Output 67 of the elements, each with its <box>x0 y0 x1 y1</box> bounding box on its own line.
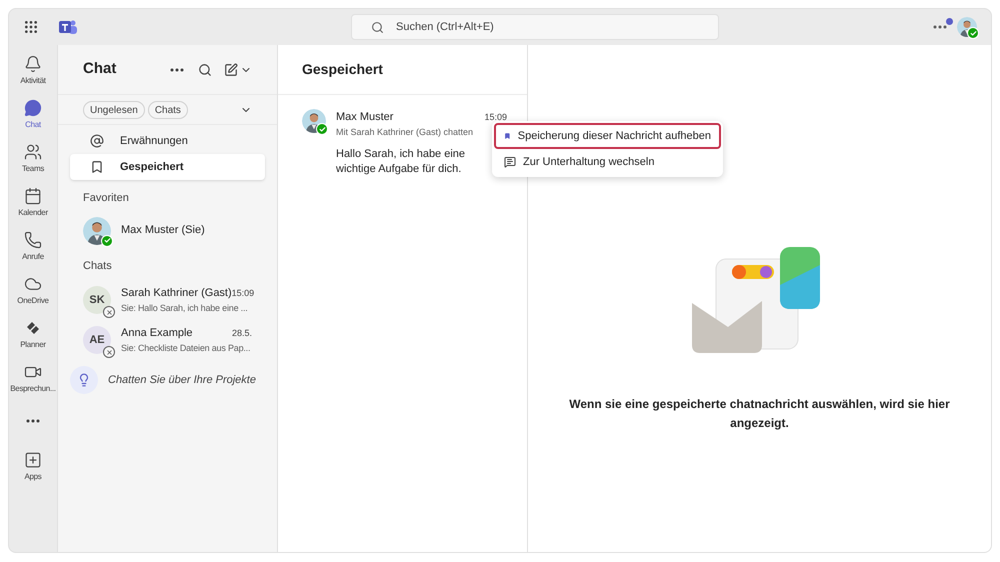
calendar-icon <box>24 187 42 205</box>
filter-chip[interactable]: Chats <box>148 101 188 119</box>
bell-icon <box>24 55 42 73</box>
bookmark-icon <box>504 130 511 142</box>
app-rail-label: Chat <box>25 119 41 131</box>
menu-item[interactable]: Zur Unterhaltung wechseln <box>494 149 721 175</box>
initials-avatar: AE <box>83 326 111 354</box>
app-rail-item[interactable]: Anrufe <box>9 225 57 269</box>
app-rail-label: Teams <box>22 163 44 175</box>
plus-square-icon <box>24 451 42 469</box>
pane-title: Gespeichert <box>302 60 383 79</box>
app-rail-label: OneDrive <box>17 295 49 307</box>
app-rail-item[interactable]: OneDrive <box>9 269 57 313</box>
lightbulb-icon <box>70 366 98 394</box>
app-rail-item[interactable]: Apps <box>9 447 57 487</box>
app-rail-item[interactable]: Chat <box>9 93 57 137</box>
phone-icon <box>24 231 42 249</box>
section-heading: Favoriten <box>82 191 130 206</box>
suggestion-link[interactable]: Chatten Sie über Ihre Projekte <box>108 372 256 388</box>
empty-state-text: Wenn sie eine gespeicherte chatnachricht auswählen, wird sie hier angezeigt. <box>568 396 951 432</box>
chat-time: 28.5. <box>232 327 252 340</box>
app-rail-label: Anrufe <box>22 251 44 263</box>
app-rail-item[interactable]: Teams <box>9 137 57 181</box>
app-rail-item[interactable]: Aktivität <box>9 49 57 93</box>
message-time: 15:09 <box>484 111 507 124</box>
bookmark-icon <box>90 160 104 174</box>
app-rail-label: Apps <box>24 471 42 483</box>
filter-chip[interactable]: Ungelesen <box>83 101 145 119</box>
message-preview: Sie: Hallo Sarah, ich habe eine ... <box>121 302 249 314</box>
search-icon[interactable] <box>198 62 212 76</box>
nav-item[interactable]: Erwähnungen <box>70 128 265 154</box>
chat-bubble-icon <box>504 156 516 168</box>
panel-title: Chat <box>83 59 118 80</box>
more-icon <box>26 419 40 423</box>
app-rail-item[interactable]: Planner <box>9 313 57 357</box>
search-field[interactable]: Suchen (Ctrl+Alt+E) <box>351 14 719 40</box>
initials-avatar: SK <box>83 286 111 314</box>
contact-name: Max Muster (Sie) <box>121 223 205 238</box>
more-icon[interactable] <box>933 25 947 29</box>
chat-time: 15:09 <box>232 287 254 300</box>
message-context: Mit Sarah Kathriner (Gast) chatten <box>336 126 474 139</box>
sender-name: Max Muster <box>336 110 394 125</box>
app-launcher-icon[interactable] <box>23 19 39 35</box>
app-rail-label: Aktivität <box>20 75 46 87</box>
app-rail-label: Kalender <box>18 207 48 219</box>
people-icon <box>24 143 42 161</box>
app-rail-label: Planner <box>20 339 46 351</box>
search-icon <box>371 21 384 34</box>
chat-list-item[interactable]: AE Anna Example 28.5. Sie: Checkliste Dateien aus Pap... <box>58 320 277 360</box>
contact-name: Anna Example <box>121 326 194 341</box>
section-heading: Chats <box>82 258 113 274</box>
at-sign-icon <box>90 134 104 148</box>
chat-bubble-icon <box>24 99 42 117</box>
chat-list-item[interactable]: SK Sarah Kathriner (Gast)15:09 Sie: Hallo Sarah, ich habe eine ... <box>58 280 277 320</box>
menu-item[interactable]: Speicherung dieser Nachricht aufheben <box>494 123 721 149</box>
message-text: Hallo Sarah, ich habe eine wichtige Aufgabe für dich. <box>336 147 466 177</box>
cloud-icon <box>24 275 42 293</box>
message-preview: Sie: Checkliste Dateien aus Pap... <box>121 342 252 355</box>
app-rail-item[interactable]: Besprechun... <box>9 357 57 401</box>
chat-list-item[interactable]: Max Muster (Sie) <box>58 212 277 248</box>
contact-name: Sarah Kathriner (Gast) <box>121 286 232 301</box>
more-icon[interactable] <box>170 68 184 72</box>
compose-icon[interactable] <box>224 62 238 76</box>
app-rail-label: Besprechun... <box>10 383 56 395</box>
teams-logo-icon[interactable] <box>59 19 77 35</box>
app-rail-item[interactable]: Kalender <box>9 181 57 225</box>
nav-item[interactable]: Gespeichert <box>70 154 265 180</box>
